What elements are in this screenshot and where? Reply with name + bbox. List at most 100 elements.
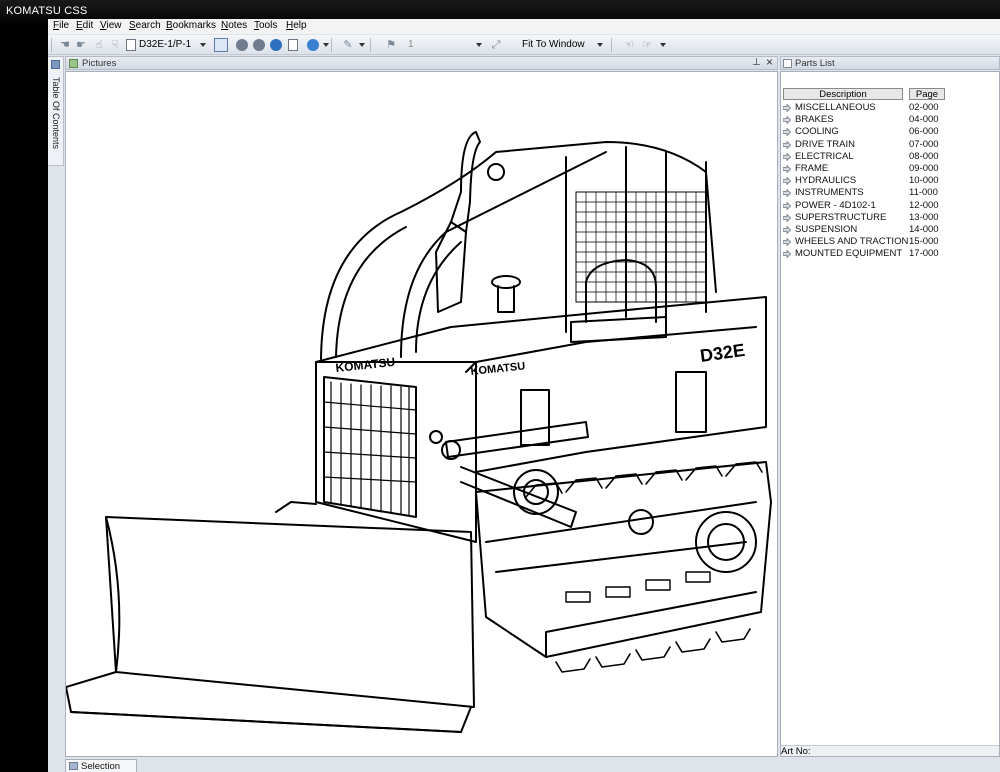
toolbar-separator [370,38,371,52]
parts-row-page: 11-000 [909,187,938,199]
parts-row-page: 10-000 [909,175,939,187]
table-of-contents-label: Table Of Contents [51,77,61,150]
globe-dropdown-icon[interactable] [323,43,329,47]
parts-row-description: DRIVE TRAIN [795,138,856,150]
toolbar: ☚ ☛ ☝ ☟ D32E-1/P-1 ✎ ⚑ 1 ⤢ Fit To Window… [48,35,1000,55]
stamp-icon[interactable]: ✎ [341,38,355,52]
zoom-icon: ⤢ [491,39,501,51]
parts-row-description: BRAKES [795,114,834,126]
menu-notes[interactable]: Notes [221,20,247,31]
art-number-field: Art No: [781,745,999,756]
parts-row-description: FRAME [795,162,829,174]
parts-row-description: WHEELS AND TRACTION [795,236,909,248]
parts-row-page: 07-000 [909,138,939,150]
parts-row-page: 02-000 [909,102,939,113]
parts-list-columns: Description Page [783,88,999,100]
arrow-right-icon [783,104,791,112]
page-number-field[interactable]: 1 [408,37,468,53]
hand-back-icon[interactable]: ☚ [58,38,72,52]
hand-up-icon[interactable]: ☝ [92,38,106,52]
document-icon [126,39,136,51]
parts-list-row[interactable]: POWER - 4D102-1 12-000 [781,199,999,212]
parts-row-page: 15-000 [909,236,939,248]
parts-row-description: COOLING [795,126,839,138]
select-tool-icon[interactable] [214,38,228,52]
toolbar-grip [51,38,52,52]
hand-zoom-icon[interactable]: ☞ [640,38,654,52]
parts-list-panel: Description Page MISCELLANEOUS 02-000 BRAK… [780,71,1000,757]
desktop-background [0,22,48,772]
menu-file[interactable]: File [53,20,69,31]
parts-list-row[interactable]: BRAKES 04-000 [781,114,999,126]
hand-forward-icon[interactable]: ☛ [74,38,88,52]
menu-bar: File Edit View Search Bookmarks Notes To… [48,19,1000,34]
page-combo-dropdown-icon[interactable] [200,43,206,47]
page-combo[interactable]: D32E-1/P-1 [139,37,209,53]
zoom-dropdown-icon[interactable] [597,43,603,47]
parts-list-title: Parts List [795,58,835,69]
parts-row-description: HYDRAULICS [795,175,857,187]
parts-row-description: MISCELLANEOUS [795,102,876,113]
column-header-page[interactable]: Page [909,88,945,100]
hand-pan-icon[interactable]: ☜ [622,38,636,52]
parts-row-description: MOUNTED EQUIPMENT [795,248,903,260]
picture-viewer[interactable]: KOMATSU KOMATSU D32E [65,71,778,757]
parts-row-page: 17-000 [909,248,939,260]
window-title: KOMATSU CSS [6,5,88,17]
parts-row-page: 12-000 [909,199,939,211]
hand-down-icon[interactable]: ☟ [108,38,122,52]
parts-list-rows: MISCELLANEOUS 02-000 BRAKES 04-000 COOLING 06… [781,102,999,260]
menu-bookmarks[interactable]: Bookmarks [166,20,216,31]
parts-row-page: 06-000 [909,126,939,138]
arrow-right-icon [783,164,791,173]
menu-edit[interactable]: Edit [76,20,93,31]
parts-row-page: 04-000 [909,114,939,126]
parts-list-row[interactable]: ELECTRICAL 08-000 [781,150,999,163]
parts-list-row[interactable]: FRAME 09-000 [781,162,999,175]
flag-icon[interactable]: ⚑ [384,38,398,52]
arrow-right-icon [783,116,791,125]
menu-help[interactable]: Help [286,20,307,31]
parts-list-row[interactable]: HYDRAULICS 10-000 [781,175,999,187]
selection-list-label: Selection List [81,761,121,772]
arrow-right-icon [783,213,791,222]
toolbar-separator [331,38,332,52]
page-number-dropdown-icon[interactable] [476,43,482,47]
column-header-description[interactable]: Description [783,88,903,100]
parts-list-header: Parts List [780,56,1000,70]
selection-list-tab[interactable]: Selection List [65,759,137,772]
nav-next-icon[interactable] [270,39,282,51]
pin-panel-icon[interactable]: ⊥ [752,57,761,68]
arrow-right-icon [783,128,791,137]
parts-list-row[interactable]: SUSPENSION 14-000 [781,224,999,236]
parts-list-row[interactable]: COOLING 06-000 [781,126,999,138]
table-of-contents-tab[interactable]: Table Of Contents [48,56,64,166]
parts-list-row[interactable]: DRIVE TRAIN 07-000 [781,138,999,151]
menu-view[interactable]: View [100,20,122,31]
model-badge: D32E [699,340,746,366]
arrow-right-icon [783,189,791,198]
list-icon [783,59,792,68]
parts-list-row[interactable]: SUPERSTRUCTURE 13-000 [781,212,999,224]
globe-icon[interactable] [307,39,319,51]
parts-list-row[interactable]: MOUNTED EQUIPMENT 17-000 [781,248,999,260]
menu-tools[interactable]: Tools [254,20,277,31]
parts-list-row[interactable]: WHEELS AND TRACTION 15-000 [781,236,999,248]
nav-prev-icon[interactable] [253,39,265,51]
parts-list-row[interactable]: MISCELLANEOUS 02-000 [781,102,999,114]
menu-search[interactable]: Search [129,20,161,31]
brand-badge-front: KOMATSU [335,355,396,375]
close-panel-icon[interactable]: × [766,55,773,69]
zoom-combo[interactable]: Fit To Window [522,37,602,53]
arrow-right-icon [783,177,791,186]
parts-list-row[interactable]: INSTRUMENTS 11-000 [781,187,999,199]
app-window: File Edit View Search Bookmarks Notes To… [48,19,1000,772]
print-icon[interactable] [288,39,298,51]
parts-row-description: INSTRUMENTS [795,187,864,199]
parts-row-description: ELECTRICAL [795,150,854,162]
tools-dropdown-icon[interactable] [660,43,666,47]
bottom-panel-bar: Selection List [48,758,1000,772]
pin-icon[interactable] [51,60,60,69]
stamp-dropdown-icon[interactable] [359,43,365,47]
nav-first-icon[interactable] [236,39,248,51]
